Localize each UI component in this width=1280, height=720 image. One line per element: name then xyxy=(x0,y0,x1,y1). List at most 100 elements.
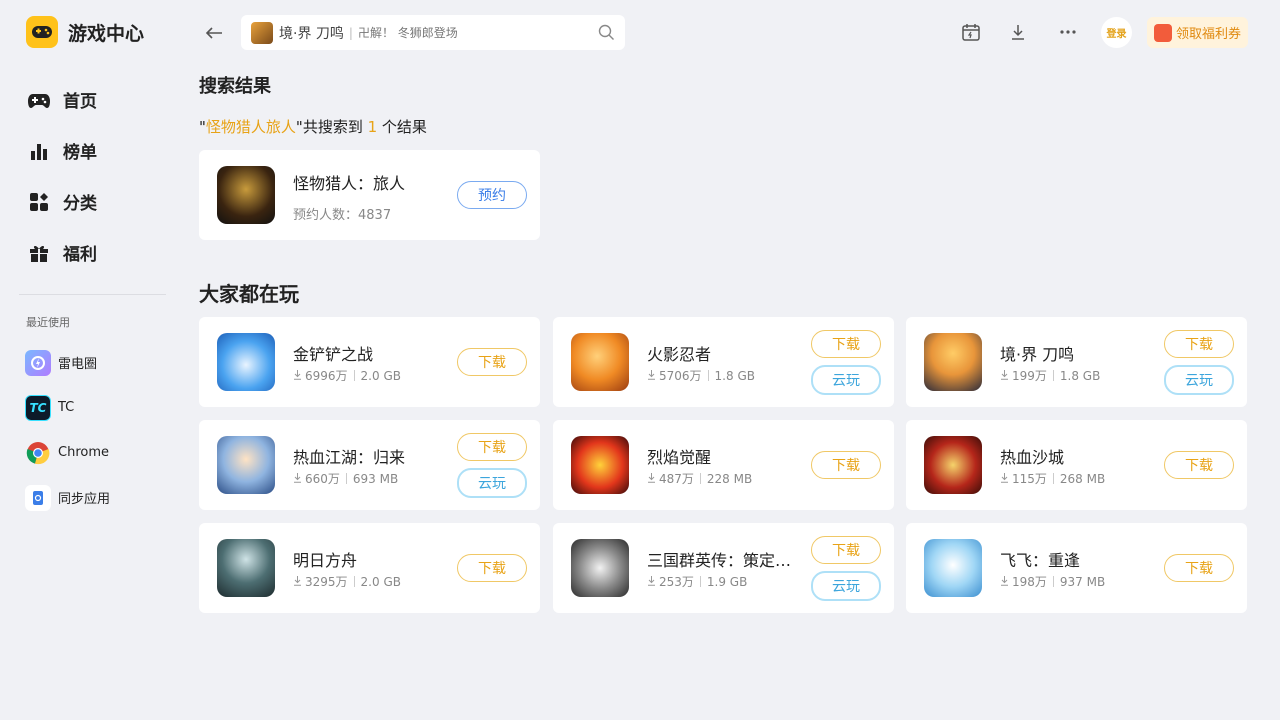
game-meta: 660万 693 MB xyxy=(293,470,398,487)
more-icon[interactable] xyxy=(1056,20,1080,44)
download-small-icon xyxy=(1000,472,1009,486)
feifei-icon xyxy=(924,539,982,597)
popular-title: 大家都在玩 xyxy=(199,282,299,306)
meta-separator xyxy=(1052,576,1054,587)
summary-text: "共搜索到 xyxy=(295,118,368,136)
login-button[interactable]: 登录 xyxy=(1101,17,1132,48)
recent-item-label: Chrome xyxy=(58,445,109,460)
download-count: 660万 xyxy=(305,472,340,486)
recent-item-sync-app[interactable]: 同步应用 xyxy=(25,475,110,520)
cloud-play-button[interactable]: 云玩 xyxy=(1164,365,1234,395)
back-button[interactable] xyxy=(202,21,226,45)
download-small-icon xyxy=(647,369,656,383)
brand: 游戏中心 xyxy=(26,16,144,48)
game-name: 明日方舟 xyxy=(293,551,358,570)
recent-item-label: 雷电圈 xyxy=(58,357,98,372)
tc-icon: TC xyxy=(25,394,51,421)
recent-item-tc[interactable]: TC TC xyxy=(25,385,110,430)
download-button[interactable]: 下载 xyxy=(457,348,527,376)
recent-item-label: TC xyxy=(58,400,75,415)
sidebar-divider xyxy=(19,294,166,295)
sync-app-icon xyxy=(25,484,51,511)
recent-item-chrome[interactable]: Chrome xyxy=(25,430,110,475)
recent-item-label: 同步应用 xyxy=(58,492,111,507)
sidebar-nav: 首页 榜单 分类 福利 xyxy=(26,74,97,278)
download-count: 253万 xyxy=(659,575,694,589)
download-button[interactable]: 下载 xyxy=(457,554,527,582)
download-icon[interactable] xyxy=(1006,20,1030,44)
coupon-button[interactable]: 领取福利券 xyxy=(1147,17,1248,48)
download-button[interactable]: 下载 xyxy=(1164,451,1234,479)
meta-separator xyxy=(1052,370,1054,381)
sidebar-item-home[interactable]: 首页 xyxy=(26,74,97,125)
sidebar-item-label: 福利 xyxy=(63,245,97,265)
game-size: 1.8 GB xyxy=(714,368,755,383)
game-meta: 3295万 2.0 GB xyxy=(293,573,401,590)
download-button[interactable]: 下载 xyxy=(457,433,527,461)
game-card[interactable]: 火影忍者 5706万 1.8 GB 下载云玩 xyxy=(553,317,894,407)
calendar-icon[interactable] xyxy=(959,20,983,44)
game-name: 三国群英传：策定… xyxy=(647,551,792,570)
search-game-name: 境·界 刀鸣 xyxy=(279,25,344,42)
rexue-shacheng-icon xyxy=(924,436,982,494)
sidebar-item-welfare[interactable]: 福利 xyxy=(26,227,97,278)
arrow-left-icon xyxy=(205,27,222,39)
reserve-button[interactable]: 预约 xyxy=(457,181,527,209)
bleach-icon xyxy=(924,333,982,391)
download-count: 487万 xyxy=(659,472,694,486)
recent-item-leidian[interactable]: 雷电圈 xyxy=(25,340,110,385)
ranking-icon xyxy=(26,138,52,164)
game-card[interactable]: 境·界 刀鸣 199万 1.8 GB 下载云玩 xyxy=(906,317,1247,407)
download-count: 115万 xyxy=(1012,472,1047,486)
sidebar-item-label: 首页 xyxy=(63,92,97,112)
game-size: 2.0 GB xyxy=(360,574,401,589)
category-icon xyxy=(26,189,52,215)
search-game-thumbnail-icon xyxy=(251,21,273,44)
game-name: 飞飞：重逢 xyxy=(1000,551,1081,570)
game-meta: 198万 937 MB xyxy=(1000,573,1105,590)
game-size: 1.9 GB xyxy=(706,574,748,589)
recent-title: 最近使用 xyxy=(26,316,70,329)
sidebar: 游戏中心 首页 榜单 分类 福利 最近使用 雷电圈 TC TC Chrome 同… xyxy=(0,0,180,720)
game-name: 烈焰觉醒 xyxy=(647,448,712,467)
cloud-play-button[interactable]: 云玩 xyxy=(811,571,881,601)
download-button[interactable]: 下载 xyxy=(1164,330,1234,358)
gamepad-icon xyxy=(26,87,52,113)
game-meta: 5706万 1.8 GB xyxy=(647,367,755,384)
game-size: 268 MB xyxy=(1059,471,1106,486)
game-card[interactable]: 明日方舟 3295万 2.0 GB 下载 xyxy=(199,523,540,613)
game-card[interactable]: 三国群英传：策定… 253万 1.9 GB 下载云玩 xyxy=(553,523,894,613)
game-size: 937 MB xyxy=(1059,574,1106,589)
game-name: 热血江湖：归来 xyxy=(293,448,406,467)
download-small-icon xyxy=(293,472,302,486)
sidebar-item-category[interactable]: 分类 xyxy=(26,176,97,227)
naruto-icon xyxy=(571,333,629,391)
game-card[interactable]: 热血江湖：归来 660万 693 MB 下载云玩 xyxy=(199,420,540,510)
game-name: 火影忍者 xyxy=(647,345,712,364)
reserve-count: 预约人数：4837 xyxy=(293,208,392,223)
download-small-icon xyxy=(1000,575,1009,589)
game-card[interactable]: 热血沙城 115万 268 MB 下载 xyxy=(906,420,1247,510)
game-card[interactable]: 金铲铲之战 6996万 2.0 GB 下载 xyxy=(199,317,540,407)
game-name: 境·界 刀鸣 xyxy=(1000,345,1075,364)
cloud-play-button[interactable]: 云玩 xyxy=(811,365,881,395)
sidebar-item-ranking[interactable]: 榜单 xyxy=(26,125,97,176)
search-input[interactable]: 境·界 刀鸣 | 卍解！ 冬狮郎登场 xyxy=(241,15,625,50)
download-button[interactable]: 下载 xyxy=(1164,554,1234,582)
search-separator: | xyxy=(348,25,353,40)
download-small-icon xyxy=(293,369,302,383)
download-button[interactable]: 下载 xyxy=(811,536,881,564)
game-card[interactable]: 烈焰觉醒 487万 228 MB 下载 xyxy=(553,420,894,510)
search-result-card[interactable]: 怪物猎人：旅人 预约人数：4837 预约 xyxy=(199,150,540,240)
download-button[interactable]: 下载 xyxy=(811,451,881,479)
summary-suffix: 个结果 xyxy=(377,118,427,136)
meta-separator xyxy=(353,576,355,587)
search-icon[interactable] xyxy=(598,24,615,41)
lieyan-juexing-icon xyxy=(571,436,629,494)
cloud-play-button[interactable]: 云玩 xyxy=(457,468,527,498)
monster-hunter-icon xyxy=(217,166,275,224)
download-count: 5706万 xyxy=(659,369,702,383)
download-button[interactable]: 下载 xyxy=(811,330,881,358)
game-meta: 199万 1.8 GB xyxy=(1000,367,1100,384)
game-card[interactable]: 飞飞：重逢 198万 937 MB 下载 xyxy=(906,523,1247,613)
